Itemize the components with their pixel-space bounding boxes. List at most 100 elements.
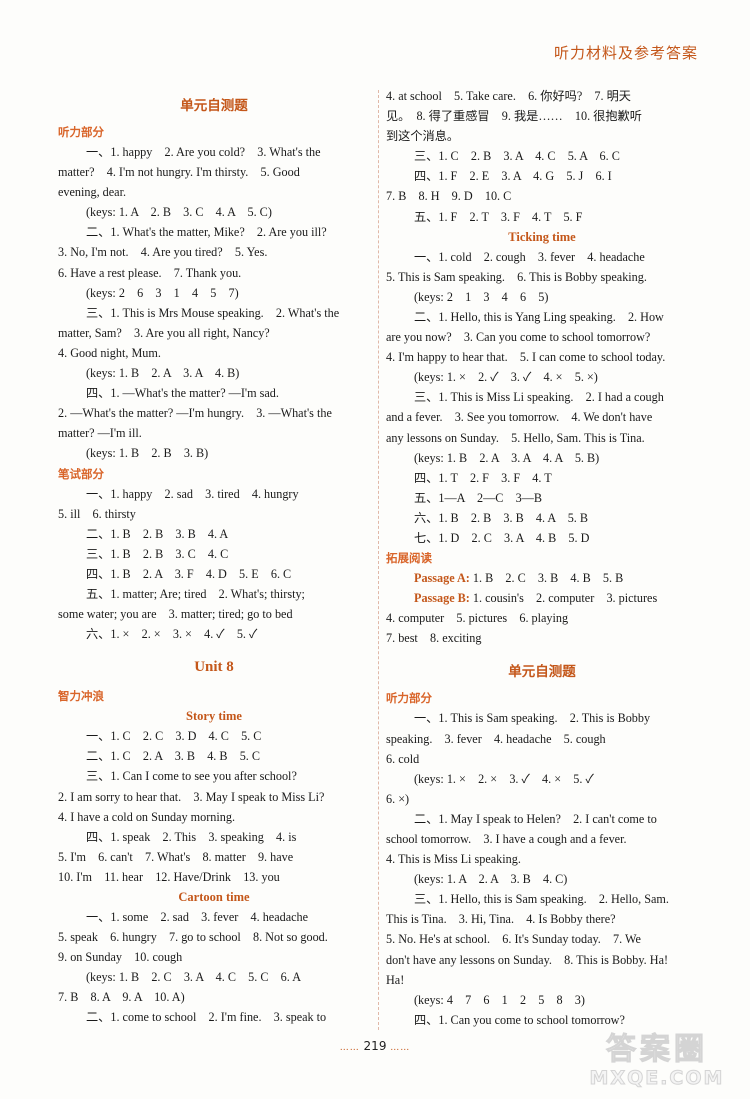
text-line: 5. This is Sam speaking. 6. This is Bobb… [386,269,647,284]
watermark-logo: 答案圈 MXQE.COM [572,1032,742,1093]
text-line: speaking. 3. fever 4. headache 5. cough [386,731,606,746]
text-line: 7. best 8. exciting [386,631,482,646]
answer-keys: (keys: 1. B 2. A 3. A 4. A 5. B) [414,450,600,465]
passage-b-line: Passage B: 1. cousin's 2. computer 3. pi… [386,588,698,608]
text-line: 二、1. B 2. B 3. B 4. A [86,526,229,541]
text-line: 四、1. Can you come to school tomorrow? [414,1012,625,1027]
text-line: 6. ×) [386,791,410,806]
text-line: evening, dear. [58,185,127,200]
footer-dots-right: …… [390,1043,411,1053]
written-part: 一、1. happy 2. sad 3. tired 4. hungry 5. … [58,484,370,645]
passage-a-line: Passage A: 1. B 2. C 3. B 4. B 5. B [386,568,698,588]
text-line: 三、1. Hello, this is Sam speaking. 2. Hel… [414,892,669,907]
text-line: Ha! [386,972,405,987]
answer-keys: (keys: 1. B 2. B 3. B) [86,446,209,461]
cartoon-time-title: Cartoon time [178,890,250,904]
text-line: 4. I'm happy to hear that. 5. I can come… [386,350,666,365]
text-line: 一、1. happy 2. Are you cold? 3. What's th… [86,145,321,159]
text-line: 三、1. C 2. B 3. A 4. C 5. A 6. C [414,149,620,164]
answer-keys: (keys: 1. × 2. ✓ 3. ✓ 4. × 5. ×) [414,370,598,385]
text-line: 三、1. This is Mrs Mouse speaking. 2. What… [86,305,340,320]
text-line: 4. I have a cold on Sunday morning. [58,809,236,824]
text-line: 7. B 8. A 9. A 10. A) [58,990,185,1005]
written-part-title: 笔试部分 [58,466,104,481]
unit-title: Unit 8 [194,659,234,676]
text-line: matter, Sam? 3. Are you all right, Nancy… [58,325,270,340]
text-line: 二、1. What's the matter, Mike? 2. Are you… [86,225,327,240]
answer-keys: (keys: 1. B 2. A 3. A 4. B) [86,366,240,381]
text-line: 见。 8. 得了重感冒 9. 我是…… 10. 很抱歉听 [386,109,642,124]
text-line: matter? 4. I'm not hungry. I'm thirsty. … [58,165,300,180]
text-line: 三、1. Can I come to see you after school? [86,769,297,784]
listening-part-title: 听力部分 [58,125,104,139]
text-line: 2. I am sorry to hear that. 3. May I spe… [58,789,325,804]
text-line: matter? —I'm ill. [58,426,142,441]
section-title-unit-test: 单元自测题 [180,98,248,114]
answer-keys: (keys: 1. B 2. C 3. A 4. C 5. C 6. A [86,970,301,985]
text-line: any lessons on Sunday. 5. Hello, Sam. Th… [386,430,645,445]
text-line: 5. ill 6. thirsty [58,506,136,521]
column-divider [378,90,379,1030]
text-line: 二、1. May I speak to Helen? 2. I can't co… [414,811,657,826]
listening-part-title-2: 听力部分 [386,691,432,706]
text-line: 6. cold [386,751,420,766]
text-line: (keys: 1. A 2. A 3. B 4. C) [414,872,568,887]
extended-reading-title: 拓展阅读 [386,551,432,566]
left-column: 单元自测题 听力部分 一、1. happy 2. Are you cold? 3… [58,86,370,1028]
text-line: don't have any lessons on Sunday. 8. Thi… [386,952,669,967]
watermark-text: 答案圈 [606,1032,708,1067]
answer-keys: (keys: 1. A 2. B 3. C 4. A 5. C) [86,205,272,220]
passage-a-label: Passage A: [414,571,470,586]
text-line: and a fever. 3. See you tomorrow. 4. We … [386,410,653,425]
text-line: 一、1. happy 2. sad 3. tired 4. hungry [86,486,299,501]
text-line: 4. This is Miss Li speaking. [386,852,521,867]
cartoon-time: 一、1. some 2. sad 3. fever 4. headache 5.… [58,907,370,1028]
text-line: (keys: 4 7 6 1 2 5 8 3) [414,992,585,1007]
listening-q4: 四、1. —What's the matter? —I'm sad. 2. —W… [58,383,370,463]
text-line: 6. Have a rest please. 7. Thank you. [58,265,242,280]
text-line: school tomorrow. 3. I have a cough and a… [386,832,627,846]
text-line: 5. speak 6. hungry 7. go to school 8. No… [58,930,328,945]
brain-part-title: 智力冲浪 [58,689,104,704]
text-line: 4. Good night, Mum. [58,345,161,360]
right-column: 4. at school 5. Take care. 6. 你好吗? 7. 明天… [386,86,698,1030]
text-line: 4. computer 5. pictures 6. playing [386,611,569,626]
text-line: 五、1—A 2—C 3—B [414,490,542,505]
text-line: 一、1. some 2. sad 3. fever 4. headache [86,910,309,924]
text-line: 四、1. —What's the matter? —I'm sad. [86,386,279,401]
text-line: 2. —What's the matter? —I'm hungry. 3. —… [58,406,332,421]
text-line: some water; you are 3. matter; tired; go… [58,607,293,622]
text-line: 五、1. F 2. T 3. F 4. T 5. F [414,209,583,224]
text-line: 3. No, I'm not. 4. Are you tired? 5. Yes… [58,245,268,260]
text-line: 9. on Sunday 10. cough [58,950,183,965]
story-time: 一、1. C 2. C 3. D 4. C 5. C 二、1. C 2. A 3… [58,726,370,887]
answer-keys: (keys: 2 1 3 4 6 5) [414,289,549,304]
text-line: This is Tina. 3. Hi, Tina. 4. Is Bobby t… [386,912,616,927]
page-number: 219 [363,1039,387,1053]
listening-q3: 三、1. This is Mrs Mouse speaking. 2. What… [58,303,370,383]
extended-reading: Passage A: 1. B 2. C 3. B 4. B 5. B Pass… [386,568,698,648]
text-line: 4. at school 5. Take care. 6. 你好吗? 7. 明天 [386,89,631,103]
text-line: 六、1. B 2. B 3. B 4. A 5. B [414,510,589,525]
passage-b-answers: 1. cousin's 2. computer 3. pictures [469,591,658,606]
text-line: 三、1. This is Miss Li speaking. 2. I had … [414,390,664,405]
text-line: 一、1. This is Sam speaking. 2. This is Bo… [414,711,651,726]
watermark-url: MXQE.COM [589,1067,725,1090]
listening-part-2: 一、1. This is Sam speaking. 2. This is Bo… [386,708,698,1030]
text-line: 七、1. D 2. C 3. A 4. B 5. D [414,530,590,545]
text-line: 二、1. come to school 2. I'm fine. 3. spea… [86,1010,327,1025]
story-time-title: Story time [186,709,242,724]
passage-a-answers: 1. B 2. C 3. B 4. B 5. B [469,571,624,586]
listening-q2: 二、1. What's the matter, Mike? 2. Are you… [58,222,370,302]
text-line: 五、1. matter; Are; tired 2. What's; thirs… [86,586,305,601]
text-line: 六、1. × 2. × 3. × 4. ✓ 5. ✓ [86,627,258,642]
text-line: 四、1. speak 2. This 3. speaking 4. is [86,829,297,844]
text-line: 一、1. cold 2. cough 3. fever 4. headache [414,249,645,264]
text-line: 一、1. C 2. C 3. D 4. C 5. C [86,729,262,744]
text-line: 四、1. F 2. E 3. A 4. G 5. J 6. I [414,169,612,184]
section-title-unit-test-2: 单元自测题 [508,664,576,681]
text-line: 10. I'm 11. hear 12. Have/Drink 13. you [58,869,280,884]
continued-answers: 4. at school 5. Take care. 6. 你好吗? 7. 明天… [386,86,698,227]
text-line: 二、1. Hello, this is Yang Ling speaking. … [414,309,664,324]
text-line: 二、1. C 2. A 3. B 4. B 5. C [86,749,261,764]
